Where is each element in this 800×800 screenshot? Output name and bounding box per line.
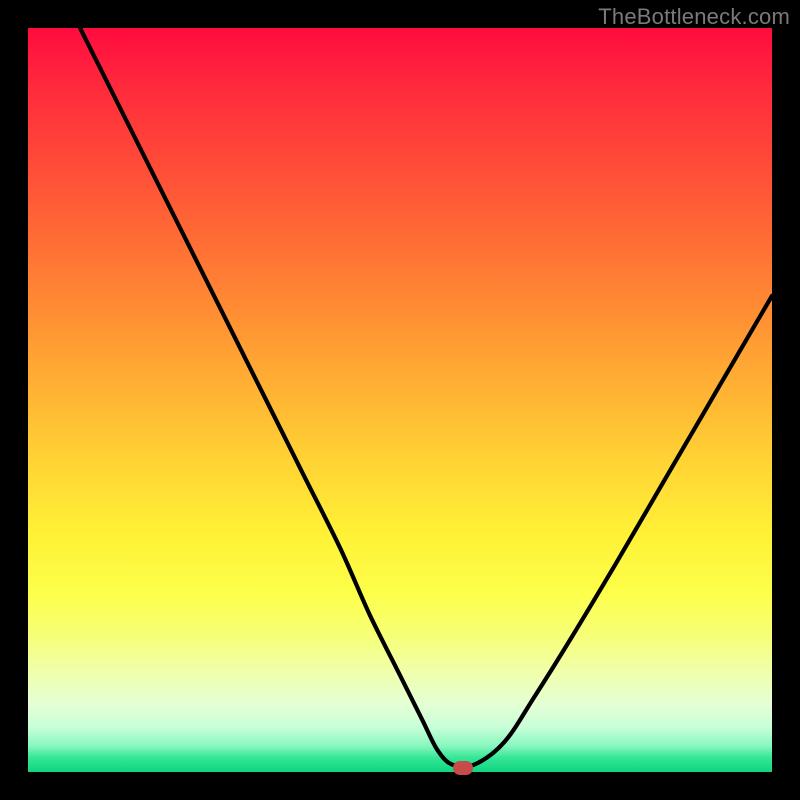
- plot-area: [28, 28, 772, 772]
- watermark-text: TheBottleneck.com: [598, 4, 790, 30]
- chart-frame: TheBottleneck.com: [0, 0, 800, 800]
- curve-path: [80, 28, 772, 767]
- bottleneck-curve: [28, 28, 772, 772]
- optimal-point-marker: [453, 761, 473, 775]
